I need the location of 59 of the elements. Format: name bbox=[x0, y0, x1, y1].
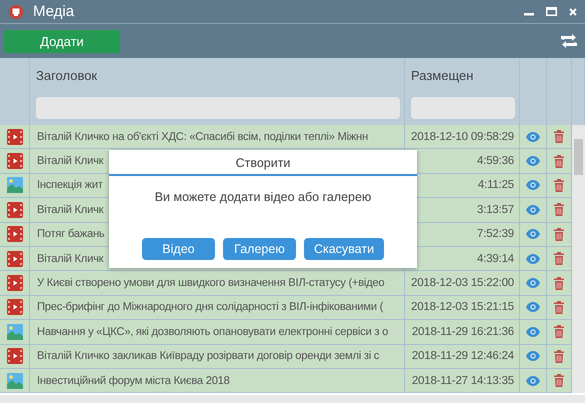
app-icon bbox=[9, 4, 23, 18]
view-icon[interactable] bbox=[526, 156, 540, 166]
film-icon bbox=[6, 250, 22, 267]
delete-icon[interactable] bbox=[554, 325, 564, 338]
view-icon[interactable] bbox=[526, 326, 540, 337]
add-button[interactable]: Додати bbox=[4, 30, 120, 52]
view-icon[interactable] bbox=[526, 204, 540, 215]
film-icon bbox=[6, 299, 22, 316]
view-icon[interactable] bbox=[526, 180, 540, 190]
image-icon bbox=[6, 177, 22, 194]
table-cell: Інвестиційний форум міста Києва 2018 bbox=[30, 368, 405, 394]
table-cell: 2018-12-03 15:21:15 bbox=[405, 296, 520, 320]
table-cell: 2018-12-03 15:22:00 bbox=[405, 271, 520, 296]
table-cell: Навчання у «ЦКС», які дозволяють опановувати електронні сервіси з о bbox=[30, 320, 405, 345]
dialog-button[interactable]: Галерею bbox=[222, 238, 296, 260]
film-icon bbox=[6, 348, 22, 364]
view-icon[interactable] bbox=[526, 376, 540, 386]
delete-icon[interactable] bbox=[554, 154, 564, 168]
delete-icon[interactable] bbox=[554, 178, 564, 192]
film-icon bbox=[6, 128, 22, 145]
image-icon bbox=[6, 324, 22, 340]
delete-icon[interactable] bbox=[554, 203, 564, 216]
table-cell: Прес-брифінг до Міжнародного дня солідарності з ВІЛ-інфікованими ( bbox=[30, 296, 405, 320]
dialog-button[interactable]: Відео bbox=[142, 238, 215, 260]
film-icon bbox=[6, 226, 22, 242]
delete-icon[interactable] bbox=[554, 276, 564, 290]
filter-field[interactable] bbox=[36, 97, 400, 119]
table-cell: 2018-12-10 09:58:29 bbox=[405, 125, 520, 150]
view-icon[interactable] bbox=[526, 278, 540, 288]
view-icon[interactable] bbox=[526, 254, 540, 264]
table-cell: У Києві створено умови для швидкого визначення ВІЛ-статусу (+відео bbox=[30, 271, 405, 296]
table-cell: Віталій Кличко на об'єкті ХДС: «Спасибі всім, поділки теплі» Міжнн bbox=[30, 125, 405, 150]
view-icon[interactable] bbox=[526, 302, 540, 312]
film-icon bbox=[6, 153, 22, 170]
delete-icon[interactable] bbox=[554, 252, 564, 266]
filter-field[interactable] bbox=[411, 97, 515, 119]
refresh-icon[interactable] bbox=[560, 34, 578, 48]
image-icon bbox=[6, 372, 22, 389]
view-icon[interactable] bbox=[526, 229, 540, 240]
maximize-icon[interactable] bbox=[546, 7, 557, 16]
film-icon bbox=[6, 275, 22, 292]
dialog-title: Створити bbox=[109, 150, 417, 176]
view-icon[interactable] bbox=[526, 351, 540, 362]
view-icon[interactable] bbox=[526, 132, 540, 142]
delete-icon[interactable] bbox=[554, 374, 564, 388]
delete-icon[interactable] bbox=[554, 130, 564, 144]
table-cell: 2018-11-29 12:46:24 bbox=[405, 344, 520, 369]
dialog-button[interactable]: Скасувати bbox=[304, 238, 384, 260]
close-icon[interactable] bbox=[569, 8, 577, 16]
header-cell bbox=[572, 58, 585, 125]
table-cell: 2018-11-27 14:13:35 bbox=[405, 368, 520, 394]
delete-icon[interactable] bbox=[554, 228, 564, 241]
delete-icon[interactable] bbox=[554, 300, 564, 314]
delete-icon[interactable] bbox=[554, 350, 564, 363]
window-title: Медіа bbox=[33, 3, 76, 20]
table-cell: 2018-11-29 16:21:36 bbox=[405, 320, 520, 345]
vertical-scrollbar[interactable] bbox=[572, 125, 585, 394]
table-cell: Віталій Кличко закликав Київраду розірвати договір оренди землі зі с bbox=[30, 344, 405, 369]
film-icon bbox=[6, 202, 22, 218]
